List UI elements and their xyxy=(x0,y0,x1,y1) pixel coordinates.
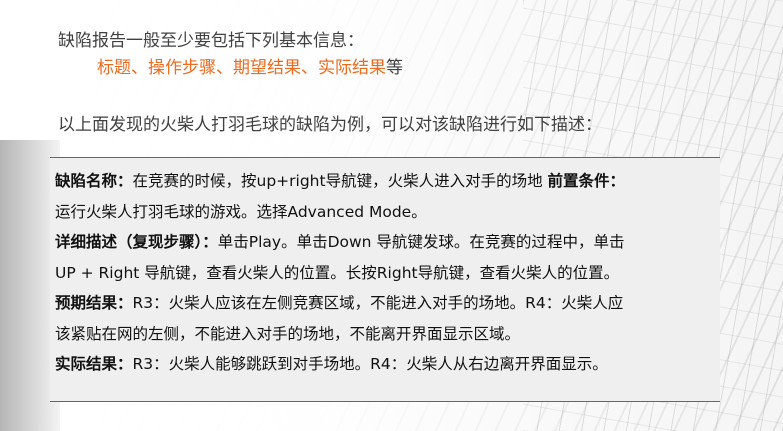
example-intro: 以上面发现的火柴人打羽毛球的缺陷为例，可以对该缺陷进行如下描述： xyxy=(58,115,602,135)
expected-label: 预期结果： xyxy=(55,294,133,312)
expected-text-1: R3：火柴人应该在左侧竞赛区域，不能进入对手的场地。R4：火柴人应 xyxy=(132,294,624,312)
actual-label: 实际结果： xyxy=(55,355,133,373)
defect-description-box: 缺陷名称：在竞赛的时候，按up+right导航键，火柴人进入对手的场地 前置条件… xyxy=(50,157,720,402)
defect-name-label: 缺陷名称： xyxy=(55,172,133,190)
defect-name-row: 缺陷名称：在竞赛的时候，按up+right导航键，火柴人进入对手的场地 前置条件… xyxy=(55,166,716,197)
intro-items: 标题、操作步骤、期望结果、实际结果 xyxy=(97,58,386,78)
intro-line: 缺陷报告一般至少要包括下列基本信息： xyxy=(58,31,364,51)
expected-row-2: 该紧贴在网的左侧，不能进入对手的场地，不能离开界面显示区域。 xyxy=(55,319,716,350)
expected-text-2: 该紧贴在网的左侧，不能进入对手的场地，不能离开界面显示区域。 xyxy=(55,324,521,343)
actual-row: 实际结果：R3：火柴人能够跳跃到对手场地。R4：火柴人从右边离开界面显示。 xyxy=(55,349,716,380)
intro-items-suffix: 等 xyxy=(386,58,403,78)
precondition-label: 前置条件： xyxy=(547,172,626,190)
steps-text-1: 单击Play。单击Down 导航键发球。在竞赛的过程中，单击 xyxy=(217,233,625,251)
precondition-text: 运行火柴人打羽毛球的游戏。选择Advanced Mode。 xyxy=(55,202,427,221)
steps-row: 详细描述（复现步骤）：单击Play。单击Down 导航键发球。在竞赛的过程中，单… xyxy=(55,227,716,258)
precondition-row: 运行火柴人打羽毛球的游戏。选择Advanced Mode。 xyxy=(55,197,716,228)
actual-text: R3：火柴人能够跳跃到对手场地。R4：火柴人从右边离开界面显示。 xyxy=(132,355,608,373)
steps-row-2: UP + Right 导航键，查看火柴人的位置。长按Right导航键，查看火柴人… xyxy=(55,258,716,289)
defect-name-text: 在竞赛的时候，按up+right导航键，火柴人进入对手的场地 xyxy=(132,172,543,190)
expected-row: 预期结果：R3：火柴人应该在左侧竞赛区域，不能进入对手的场地。R4：火柴人应 xyxy=(55,288,716,319)
steps-label: 详细描述（复现步骤）： xyxy=(55,233,218,251)
intro-items-line: 标题、操作步骤、期望结果、实际结果等 xyxy=(97,53,403,78)
steps-text-2: UP + Right 导航键，查看火柴人的位置。长按Right导航键，查看火柴人… xyxy=(55,263,620,282)
